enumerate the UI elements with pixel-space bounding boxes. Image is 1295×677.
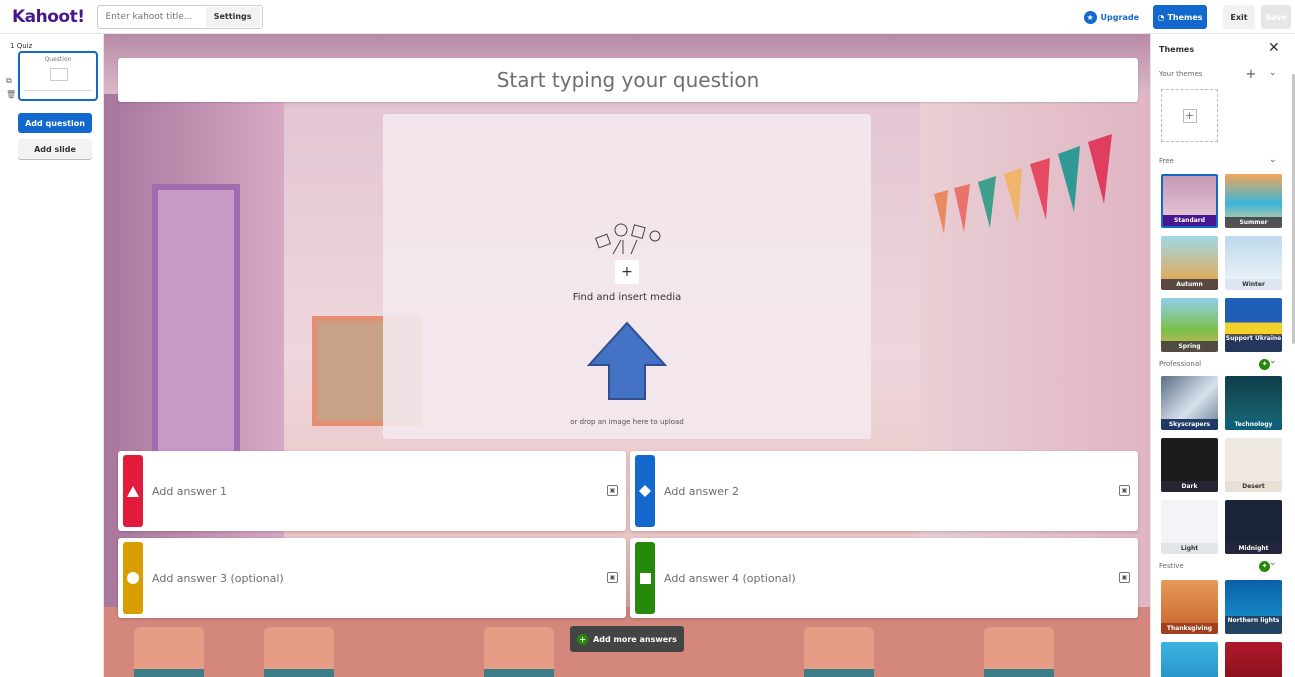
image-icon[interactable]: ▣ <box>1119 572 1130 583</box>
top-bar: Kahoot! Settings ★ Upgrade ◔ Themes Exit… <box>0 0 1295 34</box>
theme-standard[interactable]: Standard <box>1161 174 1218 228</box>
chevron-down-icon[interactable]: ⌄ <box>1269 68 1277 78</box>
drop-image-hint: or drop an image here to upload <box>570 418 684 426</box>
add-slide-button[interactable]: Add slide <box>18 139 92 159</box>
duplicate-icon[interactable]: ⧉ <box>6 74 16 88</box>
star-icon: ★ <box>1083 10 1097 24</box>
bunting-flags <box>934 134 1112 234</box>
thumb-media-placeholder <box>50 68 68 81</box>
upgrade-label: Upgrade <box>1100 12 1139 22</box>
answer-3-label: Add answer 3 (optional) <box>152 571 284 585</box>
slide-type: Quiz <box>16 42 33 50</box>
exit-button[interactable]: Exit <box>1223 5 1255 29</box>
media-illustration-icon <box>595 223 661 255</box>
slides-sidebar: 1 Quiz ⧉ 🗑 Question Add question Add sli… <box>0 34 104 677</box>
answer-2-field[interactable]: Add answer 2 ▣ <box>630 451 1138 531</box>
theme-spring[interactable]: Spring <box>1161 298 1218 352</box>
theme-desert[interactable]: Desert <box>1225 438 1282 492</box>
thumb-answer-row <box>24 90 92 93</box>
image-icon[interactable]: ▣ <box>607 572 618 583</box>
add-more-answers-button[interactable]: + Add more answers <box>570 626 684 652</box>
theme-dark[interactable]: Dark <box>1161 438 1218 492</box>
save-button[interactable]: Save <box>1261 5 1291 29</box>
theme-tile[interactable] <box>1161 642 1218 677</box>
theme-technology[interactable]: Technology <box>1225 376 1282 430</box>
insert-media-plus-icon[interactable]: + <box>615 260 639 284</box>
diamond-icon <box>639 485 651 497</box>
chevron-down-icon[interactable]: ⌄ <box>1269 558 1277 568</box>
kahoot-title-input[interactable] <box>105 11 206 22</box>
image-icon[interactable]: ▣ <box>1119 485 1130 496</box>
chevron-down-icon[interactable]: ⌄ <box>1269 356 1277 366</box>
title-field[interactable]: Settings <box>96 4 263 29</box>
trash-icon[interactable]: 🗑 <box>6 88 16 102</box>
settings-button[interactable]: Settings <box>205 6 260 27</box>
triangle-icon <box>127 485 139 497</box>
kahoot-logo[interactable]: Kahoot! <box>12 7 85 27</box>
slide-thumbnail[interactable]: Question <box>18 51 98 101</box>
palette-icon: ◔ <box>1157 12 1165 22</box>
theme-autumn[interactable]: Autumn <box>1161 236 1218 290</box>
answer-2-label: Add answer 2 <box>664 484 740 498</box>
festive-section-label: Festive <box>1159 562 1184 570</box>
professional-section-label: Professional <box>1159 360 1202 368</box>
image-icon[interactable]: ▣ <box>607 485 618 496</box>
themes-panel: Themes ✕ Your themes + ⌄ + Free ⌄ Standa… <box>1150 34 1295 677</box>
circle-icon <box>127 572 139 584</box>
theme-summer[interactable]: Summer <box>1225 174 1282 228</box>
answer-3-color <box>123 542 143 614</box>
plus-icon: + <box>1182 108 1197 123</box>
upload-arrow-icon <box>587 321 667 400</box>
background-door <box>152 184 240 494</box>
thumb-question-label: Question <box>44 56 72 63</box>
answer-4-field[interactable]: Add answer 4 (optional) ▣ <box>630 538 1138 618</box>
slide-tools: ⧉ 🗑 <box>6 74 16 102</box>
chevron-down-icon[interactable]: ⌄ <box>1269 155 1277 165</box>
square-icon <box>639 572 651 584</box>
answer-2-color <box>635 455 655 527</box>
theme-light[interactable]: Light <box>1161 500 1218 554</box>
close-icon[interactable]: ✕ <box>1268 40 1280 56</box>
theme-thanksgiving[interactable]: Thanksgiving <box>1161 580 1218 634</box>
background-chair <box>134 627 204 677</box>
background-chair <box>264 627 334 677</box>
free-section-label: Free <box>1159 157 1174 165</box>
answer-4-label: Add answer 4 (optional) <box>664 571 796 585</box>
slide-header: 1 Quiz <box>10 42 32 50</box>
theme-midnight[interactable]: Midnight <box>1225 500 1282 554</box>
answer-1-field[interactable]: Add answer 1 ▣ <box>118 451 626 531</box>
find-media-label[interactable]: Find and insert media <box>383 292 871 303</box>
theme-support-ukraine[interactable]: Support Ukraine <box>1225 298 1282 352</box>
your-themes-label: Your themes <box>1159 70 1203 78</box>
answer-4-color <box>635 542 655 614</box>
background-chair <box>984 627 1054 677</box>
themes-label: Themes <box>1167 12 1203 22</box>
answer-3-field[interactable]: Add answer 3 (optional) ▣ <box>118 538 626 618</box>
themes-button[interactable]: ◔ Themes <box>1153 5 1207 29</box>
answer-1-label: Add answer 1 <box>152 484 228 498</box>
question-input[interactable]: Start typing your question <box>118 58 1138 102</box>
upgrade-button[interactable]: ★ Upgrade <box>1083 10 1139 24</box>
media-dropzone[interactable]: + Find and insert media or drop an image… <box>383 114 871 439</box>
create-theme-tile[interactable]: + <box>1161 89 1218 142</box>
theme-winter[interactable]: Winter <box>1225 236 1282 290</box>
background-chair <box>804 627 874 677</box>
add-more-answers-label: Add more answers <box>593 634 677 644</box>
answer-1-color <box>123 455 143 527</box>
themes-panel-title: Themes <box>1159 45 1195 54</box>
theme-skyscrapers[interactable]: Skyscrapers <box>1161 376 1218 430</box>
theme-tile[interactable] <box>1225 642 1282 677</box>
theme-northern-lights[interactable]: Northern lights <box>1225 580 1282 634</box>
plus-circle-icon: + <box>577 633 589 645</box>
background-chair <box>484 627 554 677</box>
add-question-button[interactable]: Add question <box>18 113 92 133</box>
question-canvas: Start typing your question + Find and in… <box>104 34 1150 677</box>
add-theme-plus-icon[interactable]: + <box>1243 67 1259 83</box>
question-placeholder: Start typing your question <box>496 68 760 92</box>
slide-number: 1 <box>10 42 15 50</box>
